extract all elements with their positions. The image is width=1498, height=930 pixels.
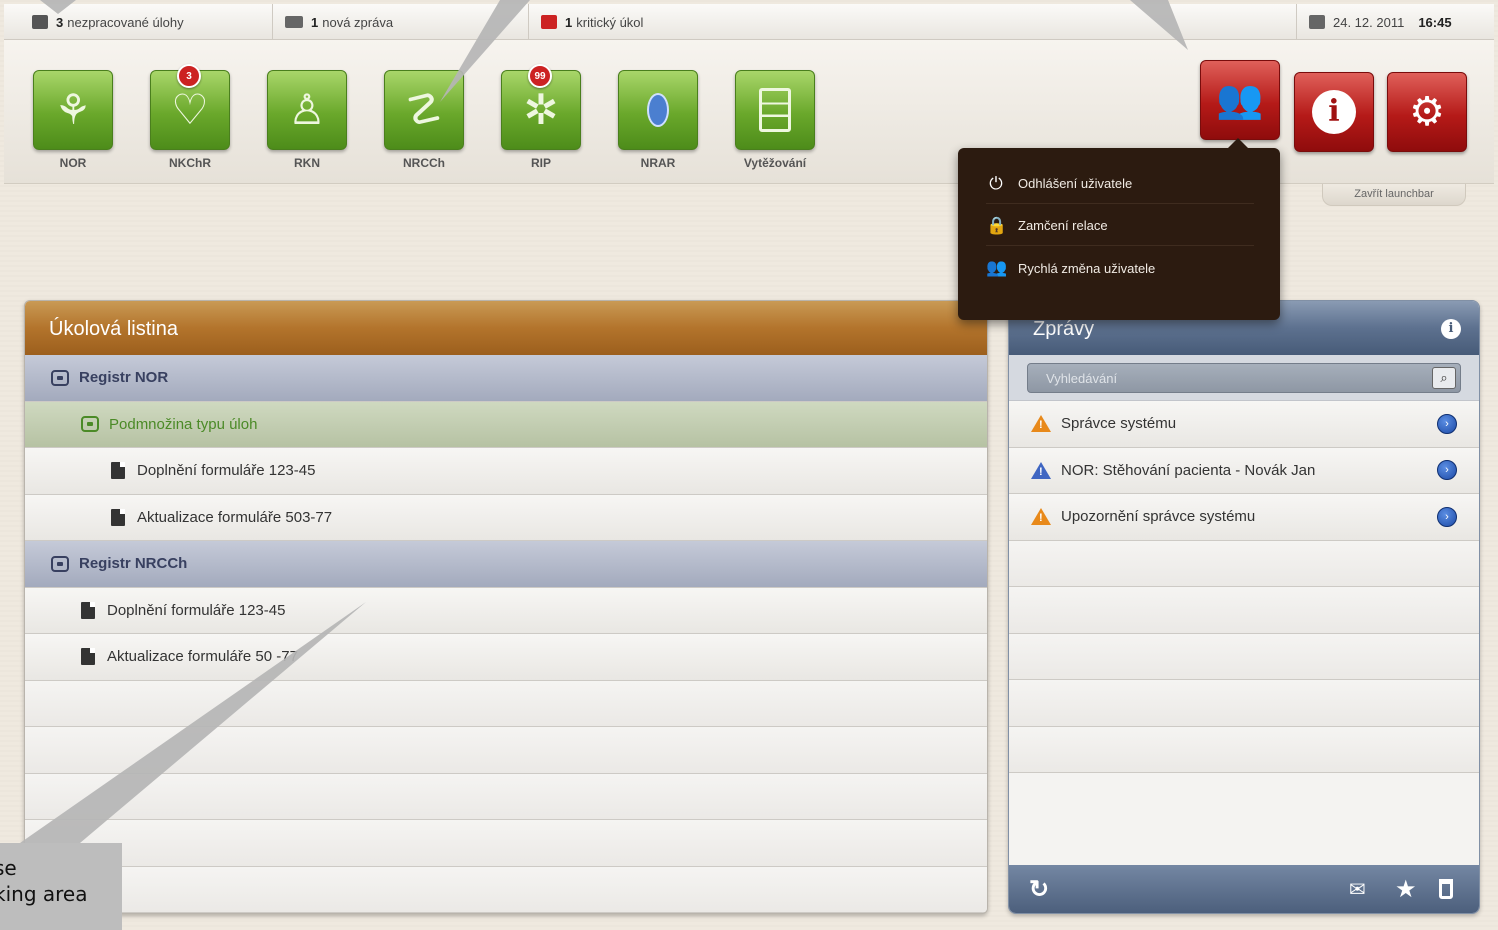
app-screen: 3 nezpracované úlohy 1 nová zpráva 1 kri… <box>0 0 1498 930</box>
callout-pointer-launch <box>440 0 530 102</box>
callout-line-1: se <box>0 856 17 880</box>
callout-pointers <box>20 0 1188 843</box>
callout-pointer-status <box>40 0 76 14</box>
callout-pointer-bottom <box>20 602 366 843</box>
callout-line-2: king area <box>0 882 88 906</box>
callout-pointer-users <box>1130 0 1188 50</box>
callout-box: se king area <box>0 843 122 930</box>
